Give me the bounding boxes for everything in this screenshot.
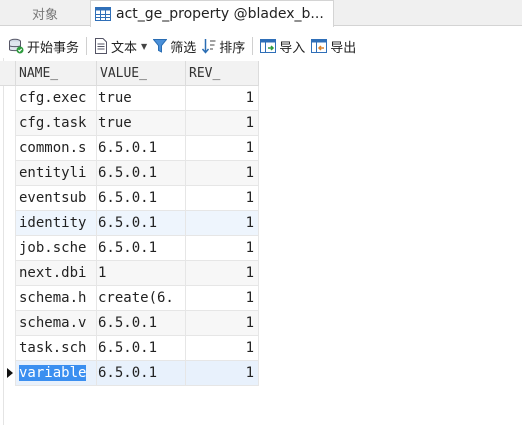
row-gutter[interactable] — [0, 236, 16, 261]
tab-table-act-ge-property[interactable]: act_ge_property @bladex_b... — [90, 0, 334, 27]
cell-value[interactable]: 6.5.0.1 — [97, 311, 186, 336]
cell-name[interactable]: common.s — [16, 136, 97, 161]
chevron-down-icon[interactable]: ▼ — [141, 42, 147, 51]
cell-value[interactable]: true — [97, 86, 186, 111]
cell-rev[interactable]: 1 — [186, 311, 259, 336]
cell-name[interactable]: schema.h — [16, 286, 97, 311]
row-gutter[interactable] — [0, 261, 16, 286]
cell-rev[interactable]: 1 — [186, 261, 259, 286]
row-gutter[interactable] — [0, 211, 16, 236]
row-gutter[interactable] — [0, 86, 16, 111]
export-button[interactable]: 导出 — [308, 35, 359, 57]
export-icon — [311, 38, 328, 53]
table-row[interactable]: task.sch 6.5.0.1 1 — [0, 336, 259, 361]
text-button[interactable]: 文本 ▼ — [91, 35, 150, 57]
cell-rev[interactable]: 1 — [186, 236, 259, 261]
current-row-pointer-icon — [7, 368, 13, 378]
cell-name[interactable]: entityli — [16, 161, 97, 186]
cell-name[interactable]: task.sch — [16, 336, 97, 361]
table-icon — [95, 7, 111, 21]
table-row[interactable]: eventsub 6.5.0.1 1 — [0, 186, 259, 211]
import-label: 导入 — [279, 40, 306, 56]
row-gutter[interactable] — [0, 336, 16, 361]
cell-name[interactable]: job.sche — [16, 236, 97, 261]
cell-name[interactable]: cfg.task — [16, 111, 97, 136]
toolbar: 开始事务 文本 ▼ 筛选 排序 导入 导出 — [0, 34, 522, 58]
row-gutter[interactable] — [0, 161, 16, 186]
row-gutter[interactable] — [0, 311, 16, 336]
sort-button[interactable]: 排序 — [199, 35, 248, 57]
cell-name[interactable]: eventsub — [16, 186, 97, 211]
cell-value[interactable]: 6.5.0.1 — [97, 211, 186, 236]
cell-value[interactable]: create(6. — [97, 286, 186, 311]
cell-name[interactable]: identity — [16, 211, 97, 236]
cell-value[interactable]: true — [97, 111, 186, 136]
begin-transaction-label: 开始事务 — [27, 40, 80, 56]
table-row[interactable]: schema.h create(6. 1 — [0, 286, 259, 311]
table-row[interactable]: common.s 6.5.0.1 1 — [0, 136, 259, 161]
cell-rev[interactable]: 1 — [186, 136, 259, 161]
sort-icon — [202, 39, 216, 54]
cell-rev[interactable]: 1 — [186, 161, 259, 186]
table-row[interactable]: job.sche 6.5.0.1 1 — [0, 236, 259, 261]
import-button[interactable]: 导入 — [257, 35, 308, 57]
sort-label: 排序 — [219, 40, 246, 56]
row-gutter[interactable] — [0, 136, 16, 161]
filter-label: 筛选 — [170, 40, 197, 56]
row-gutter[interactable] — [0, 361, 16, 386]
import-icon — [260, 38, 277, 53]
cell-name-selected[interactable]: variable — [16, 361, 97, 386]
tab-objects[interactable]: 对象 — [0, 0, 90, 26]
filter-button[interactable]: 筛选 — [150, 35, 199, 57]
table-row[interactable]: entityli 6.5.0.1 1 — [0, 161, 259, 186]
cell-rev[interactable]: 1 — [186, 361, 259, 386]
grid-header: NAME_ VALUE_ REV_ — [0, 61, 259, 86]
toolbar-divider — [86, 37, 88, 55]
column-header-name[interactable]: NAME_ — [16, 61, 97, 86]
row-gutter[interactable] — [0, 186, 16, 211]
row-gutter[interactable] — [0, 286, 16, 311]
row-gutter[interactable] — [0, 111, 16, 136]
cell-rev[interactable]: 1 — [186, 211, 259, 236]
cell-name[interactable]: cfg.exec — [16, 86, 97, 111]
table-row[interactable]: cfg.exec true 1 — [0, 86, 259, 111]
cell-name[interactable]: next.dbi — [16, 261, 97, 286]
cell-rev[interactable]: 1 — [186, 336, 259, 361]
filter-icon — [153, 39, 168, 53]
export-label: 导出 — [330, 40, 357, 56]
toolbar-divider — [252, 37, 254, 55]
cell-value[interactable]: 6.5.0.1 — [97, 236, 186, 261]
table-row[interactable]: next.dbi 1 1 — [0, 261, 259, 286]
table-row[interactable]: schema.v 6.5.0.1 1 — [0, 311, 259, 336]
begin-transaction-button[interactable]: 开始事务 — [5, 35, 82, 57]
database-icon — [9, 38, 24, 54]
cell-value[interactable]: 1 — [97, 261, 186, 286]
cell-value[interactable]: 6.5.0.1 — [97, 136, 186, 161]
row-gutter-header — [0, 61, 16, 86]
cell-rev[interactable]: 1 — [186, 186, 259, 211]
tab-table-label: act_ge_property @bladex_b... — [116, 6, 324, 22]
tab-bar: 对象 act_ge_property @bladex_b... — [0, 0, 522, 27]
cell-value[interactable]: 6.5.0.1 — [97, 186, 186, 211]
column-header-value[interactable]: VALUE_ — [97, 61, 186, 86]
cell-rev[interactable]: 1 — [186, 86, 259, 111]
cell-name[interactable]: schema.v — [16, 311, 97, 336]
cell-rev[interactable]: 1 — [186, 286, 259, 311]
cell-rev[interactable]: 1 — [186, 111, 259, 136]
cell-value[interactable]: 6.5.0.1 — [97, 336, 186, 361]
tab-objects-label: 对象 — [31, 7, 58, 23]
column-header-rev[interactable]: REV_ — [186, 61, 259, 86]
table-row-selected[interactable]: variable 6.5.0.1 1 — [0, 361, 259, 386]
cell-value[interactable]: 6.5.0.1 — [97, 361, 186, 386]
cell-value[interactable]: 6.5.0.1 — [97, 161, 186, 186]
text-label: 文本 — [111, 40, 138, 56]
table-row[interactable]: identity 6.5.0.1 1 — [0, 211, 259, 236]
table-row[interactable]: cfg.task true 1 — [0, 111, 259, 136]
document-icon — [95, 38, 108, 54]
